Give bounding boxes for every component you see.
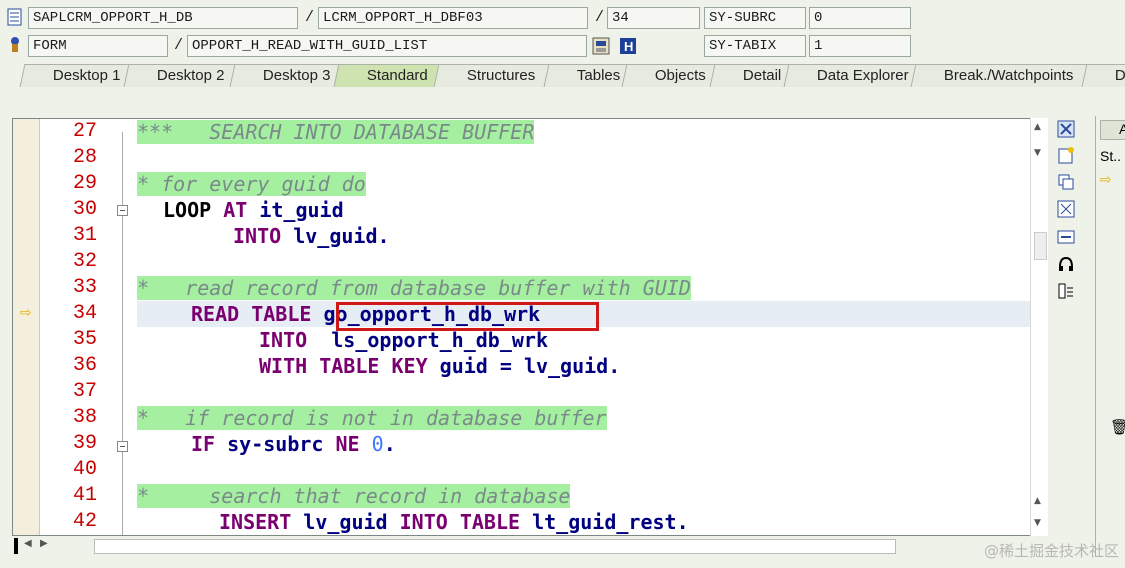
tab-desktop-1[interactable]: Desktop 1: [19, 64, 135, 87]
code-line: * search that record in database: [137, 484, 571, 508]
scroll-thumb[interactable]: [1034, 232, 1047, 260]
sysvar-value-2[interactable]: 1: [809, 35, 911, 57]
tab-breakpoints[interactable]: Break./Watchpoints: [910, 64, 1096, 87]
code-line: * if record is not in database buffer: [137, 406, 607, 430]
code-line: LOOP AT it_guid: [163, 198, 344, 222]
type-field[interactable]: FORM: [28, 35, 168, 57]
form-icon: [6, 35, 24, 53]
scroll-up-icon[interactable]: ▲: [1034, 496, 1041, 506]
line-number: 40: [72, 458, 97, 481]
help-icon[interactable]: H: [619, 37, 637, 55]
code-line: WITH TABLE KEY guid = lv_guid.: [259, 354, 621, 378]
tab-desktop-3[interactable]: Desktop 3: [229, 64, 347, 87]
line-number: 37: [72, 380, 97, 403]
headset-icon[interactable]: [1055, 255, 1077, 275]
scroll-start-mark: [14, 538, 18, 554]
code-line: INTO lv_guid.: [233, 224, 390, 248]
tab-diff[interactable]: Diff: [1081, 64, 1125, 87]
highlight-box: [336, 302, 599, 331]
tab-detail[interactable]: Detail: [709, 64, 795, 87]
tab-objects[interactable]: Objects: [621, 64, 719, 87]
column-header-st[interactable]: St..: [1100, 148, 1121, 164]
code-line: * for every guid do: [137, 172, 366, 196]
hscroll-thumb[interactable]: [94, 539, 896, 554]
include-field[interactable]: LCRM_OPPORT_H_DBF03: [318, 7, 588, 29]
tab-desktop-2[interactable]: Desktop 2: [123, 64, 241, 87]
program-field[interactable]: SAPLCRM_OPPORT_H_DB: [28, 7, 298, 29]
code-line: * read record from database buffer with …: [137, 276, 691, 300]
slash: /: [174, 37, 184, 54]
line-field[interactable]: 34: [607, 7, 700, 29]
line-number: 29: [72, 172, 97, 195]
line-number: 39: [72, 432, 97, 455]
tab-standard[interactable]: Standard: [333, 64, 443, 87]
sysvar-label-2: SY-TABIX: [704, 35, 806, 57]
line-number: 41: [72, 484, 97, 507]
tab-data-explorer[interactable]: Data Explorer: [783, 64, 919, 87]
program-icon: [6, 8, 24, 26]
scroll-up-icon[interactable]: ▲: [1034, 122, 1041, 132]
vertical-scrollbar[interactable]: ▲ ▼ ▲ ▼: [1030, 118, 1048, 536]
line-number: 35: [72, 328, 97, 351]
tab-tables[interactable]: Tables: [543, 64, 631, 87]
sysvar-value-1[interactable]: 0: [809, 7, 911, 29]
code-editor[interactable]: ⇨ 27 *** SEARCH INTO DATABASE BUFFER 28 …: [12, 118, 1047, 536]
right-panel: A St.. ⇨ 🗑: [1095, 116, 1125, 566]
watermark: @稀土掘金技术社区: [983, 542, 1119, 560]
new-icon[interactable]: [1055, 146, 1077, 166]
sysvar-label-1: SY-SUBRC: [704, 7, 806, 29]
close-icon[interactable]: [1055, 120, 1077, 140]
line-number: 38: [72, 406, 97, 429]
slash: /: [305, 9, 315, 26]
line-number: 28: [72, 146, 97, 169]
code-line: *** SEARCH INTO DATABASE BUFFER: [137, 120, 535, 144]
svg-text:H: H: [624, 39, 633, 54]
line-number: 33: [72, 276, 97, 299]
execution-arrow-icon: ⇨: [1100, 172, 1112, 188]
tab-structures[interactable]: Structures: [433, 64, 551, 87]
delete-icon[interactable]: 🗑: [1110, 418, 1125, 436]
slash: /: [595, 9, 605, 26]
settings-icon[interactable]: [1055, 282, 1077, 302]
resize-icon[interactable]: [1055, 228, 1077, 248]
fullscreen-icon[interactable]: [1055, 200, 1077, 220]
name-field[interactable]: OPPORT_H_READ_WITH_GUID_LIST: [187, 35, 587, 57]
debugger-header: SAPLCRM_OPPORT_H_DB / LCRM_OPPORT_H_DBF0…: [0, 0, 1125, 60]
scroll-left-icon[interactable]: ◀: [24, 538, 32, 549]
scroll-down-icon[interactable]: ▼: [1034, 148, 1041, 158]
line-number: 27: [72, 120, 97, 143]
scroll-right-icon[interactable]: ▶: [40, 538, 48, 549]
code-line: IF sy-subrc NE 0.: [191, 432, 396, 456]
line-number: 31: [72, 224, 97, 247]
display-icon[interactable]: [592, 37, 610, 55]
line-number: 32: [72, 250, 97, 273]
swap-icon[interactable]: [1055, 173, 1077, 193]
line-number: 42: [72, 510, 97, 533]
scroll-down-icon[interactable]: ▼: [1034, 518, 1041, 528]
horizontal-scrollbar[interactable]: ◀ ▶: [12, 536, 1047, 556]
line-number: 30: [72, 198, 97, 221]
line-number: 34: [72, 302, 97, 325]
code-line: INSERT lv_guid INTO TABLE lt_guid_rest.: [219, 510, 689, 534]
toolbar-band: [0, 88, 1125, 116]
line-number: 36: [72, 354, 97, 377]
status-bar: [0, 556, 1125, 568]
column-header-a[interactable]: A: [1100, 120, 1125, 140]
